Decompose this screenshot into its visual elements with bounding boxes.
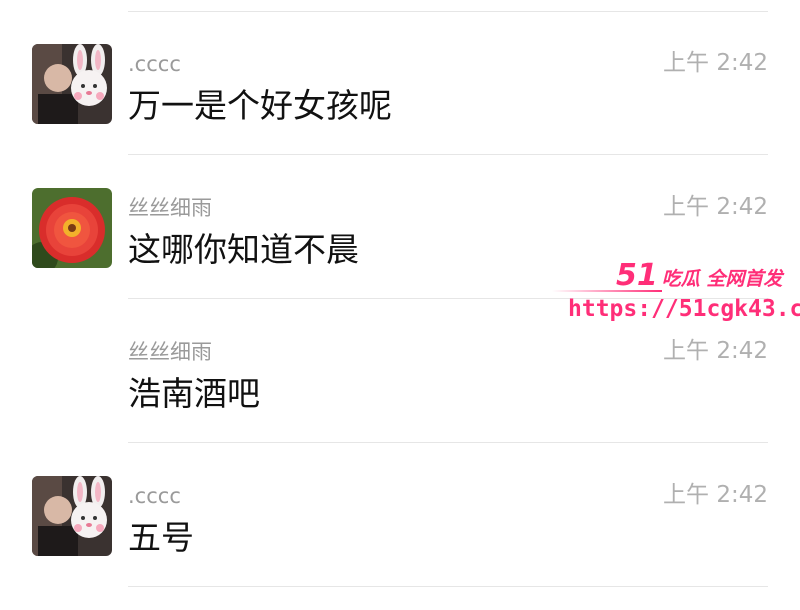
divider bbox=[128, 154, 768, 155]
sender-name: .cccc bbox=[128, 52, 181, 76]
message-item[interactable]: 丝丝细雨 上午 2:42 浩南酒吧 bbox=[0, 332, 800, 452]
sender-name: 丝丝细雨 bbox=[128, 196, 212, 220]
message-time: 上午 2:42 bbox=[663, 482, 768, 508]
sender-name: 丝丝细雨 bbox=[128, 340, 212, 364]
chat-history-screen: .cccc 上午 2:42 万一是个好女孩呢 丝丝细雨 上午 2:42 这哪你知… bbox=[0, 0, 800, 610]
message-text: 万一是个好女孩呢 bbox=[128, 86, 392, 125]
divider bbox=[128, 586, 768, 587]
watermark-url: https://51cgk43.com bbox=[568, 296, 800, 322]
watermark-number: 51 bbox=[616, 258, 658, 293]
bunny-avatar-image bbox=[32, 476, 112, 556]
red-flower-avatar-image bbox=[32, 188, 112, 268]
message-text: 这哪你知道不晨 bbox=[128, 230, 359, 269]
message-item[interactable]: .cccc 上午 2:42 五号 bbox=[0, 476, 800, 596]
divider bbox=[128, 442, 768, 443]
message-item[interactable]: .cccc 上午 2:42 万一是个好女孩呢 bbox=[0, 44, 800, 164]
message-text: 浩南酒吧 bbox=[128, 374, 260, 413]
message-time: 上午 2:42 bbox=[663, 194, 768, 220]
message-text: 五号 bbox=[128, 518, 194, 557]
watermark-tag: 吃瓜 全网首发 bbox=[661, 268, 783, 290]
watermark: 51吃瓜 全网首发 https://51cgk43.com bbox=[552, 258, 800, 334]
message-time: 上午 2:42 bbox=[663, 50, 768, 76]
bunny-avatar[interactable] bbox=[32, 476, 112, 556]
message-time: 上午 2:42 bbox=[663, 338, 768, 364]
bunny-avatar[interactable] bbox=[32, 44, 112, 124]
watermark-brand: 51 吃瓜 全网首发 bbox=[616, 258, 782, 293]
bunny-avatar-image bbox=[32, 44, 112, 124]
red-flower-avatar[interactable] bbox=[32, 188, 112, 268]
divider bbox=[128, 11, 768, 12]
sender-name: .cccc bbox=[128, 484, 181, 508]
